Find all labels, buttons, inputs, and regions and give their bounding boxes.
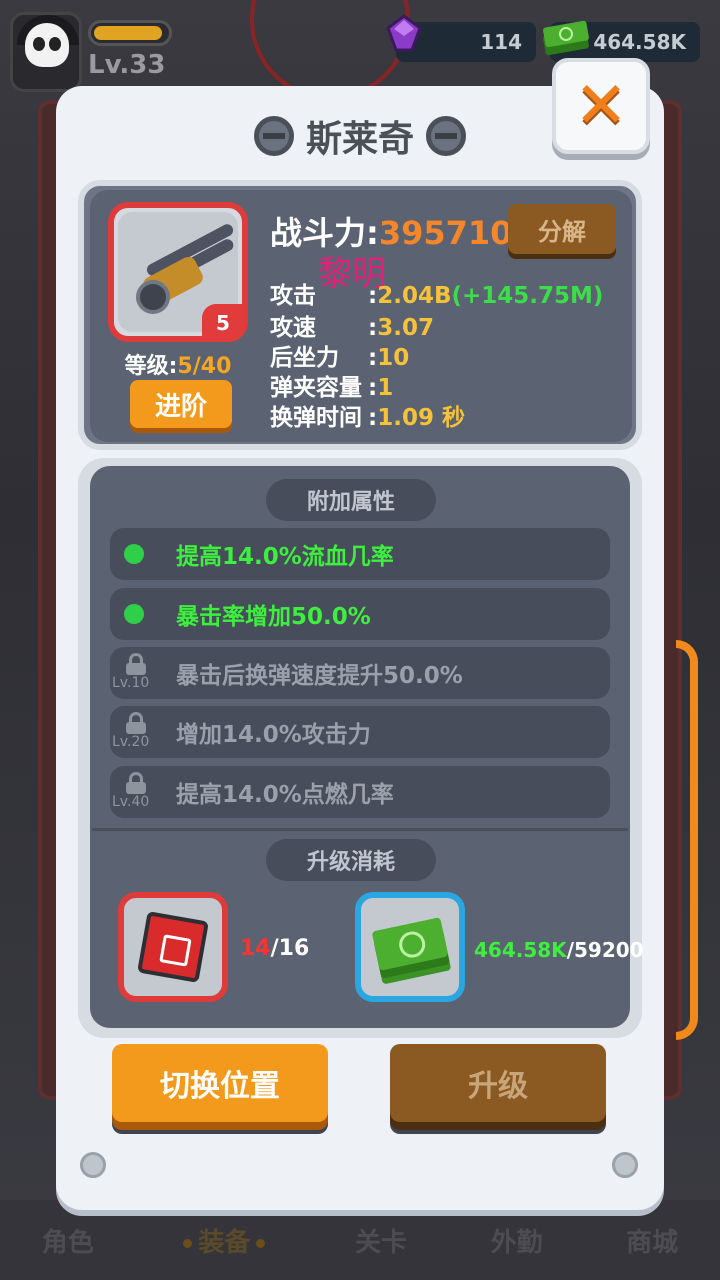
- bottom-nav: 角色 装备 关卡 外勤 商城: [0, 1200, 720, 1280]
- player-avatar[interactable]: [10, 12, 82, 92]
- chip-cost: 14/16: [240, 936, 309, 961]
- weapon-name: 斯莱奇: [305, 119, 414, 160]
- affix-row: 提高14.0%流血几率: [110, 528, 610, 580]
- affix-text: 提高14.0%点燃几率: [176, 782, 394, 808]
- affix-row-locked: Lv.20 增加14.0%攻击力: [110, 706, 610, 758]
- lock-level: Lv.10: [112, 675, 150, 691]
- stat-row-recoil: 后坐力:10: [270, 338, 409, 372]
- money-stack-icon: [371, 917, 449, 971]
- cash-have: 464.58K: [474, 938, 567, 962]
- nav-tab-shop[interactable]: 商城: [626, 1222, 678, 1259]
- grade-label: 等级:: [124, 354, 178, 379]
- chip-icon: [137, 911, 209, 983]
- chip-need: /16: [270, 936, 310, 961]
- swap-position-button[interactable]: 切换位置: [112, 1044, 328, 1122]
- screw-icon: [80, 1152, 106, 1178]
- chip-material-slot[interactable]: [118, 892, 228, 1002]
- cash-need: /59200: [566, 938, 644, 962]
- cash-icon: [543, 20, 589, 56]
- stat-sep: :: [368, 283, 378, 309]
- skull-icon: [25, 23, 69, 67]
- stat-value: 1.09 秒: [377, 405, 465, 431]
- rarity-level-badge: 5: [202, 304, 244, 342]
- nav-tab-equipment-label: 装备: [198, 1227, 251, 1258]
- gem-icon: [386, 14, 422, 52]
- stat-sep: :: [368, 405, 378, 431]
- lock-icon: [124, 772, 148, 794]
- close-button[interactable]: ✕: [552, 58, 650, 154]
- affix-text: 提高14.0%流血几率: [176, 544, 394, 570]
- nav-tab-missions[interactable]: 外勤: [491, 1222, 543, 1259]
- xp-bar: [88, 20, 172, 46]
- shotgun-drum: [136, 280, 170, 314]
- title-bolt-icon: [425, 116, 466, 156]
- section-divider: [92, 828, 628, 831]
- player-level: Lv.33: [88, 50, 166, 80]
- title-bolt-icon: [254, 116, 295, 156]
- stat-value: 2.04B: [377, 283, 452, 309]
- lock-icon: [124, 712, 148, 734]
- stat-row-magazine: 弹夹容量:1: [270, 368, 393, 402]
- nav-active-dot: [183, 1238, 193, 1248]
- stat-label: 弹夹容量: [270, 375, 362, 401]
- stat-bonus: (+145.75M): [451, 283, 604, 309]
- stat-row-attack: 攻击:2.04B(+145.75M): [270, 276, 603, 310]
- affix-row-locked: Lv.10 暴击后换弹速度提升50.0%: [110, 647, 610, 699]
- lock-level: Lv.40: [112, 794, 150, 810]
- nav-tab-equipment[interactable]: 装备: [177, 1222, 271, 1259]
- lock-icon: [124, 653, 148, 675]
- affix-text: 增加14.0%攻击力: [176, 722, 371, 748]
- stat-label: 换弹时间: [270, 405, 362, 431]
- affix-text: 暴击率增加50.0%: [176, 604, 371, 630]
- weapon-grade: 等级:5/40: [108, 348, 248, 380]
- screw-icon: [612, 1152, 638, 1178]
- stat-label: 攻击: [270, 283, 316, 309]
- affix-active-dot-icon: [124, 604, 144, 624]
- stat-label: 后坐力: [270, 345, 339, 371]
- affix-active-dot-icon: [124, 544, 144, 564]
- chip-have: 14: [240, 936, 271, 961]
- stat-label: 攻速: [270, 315, 316, 341]
- affix-row: 暴击率增加50.0%: [110, 588, 610, 640]
- close-icon: ✕: [574, 69, 628, 143]
- decompose-button[interactable]: 分解: [508, 204, 616, 254]
- combat-power-value: 395710: [378, 214, 513, 252]
- advance-button[interactable]: 进阶: [130, 380, 232, 428]
- nav-active-dot: [256, 1238, 266, 1248]
- affix-row-locked: Lv.40 提高14.0%点燃几率: [110, 766, 610, 818]
- lock-level: Lv.20: [112, 734, 150, 750]
- nav-tab-character[interactable]: 角色: [42, 1222, 94, 1259]
- xp-bar-fill: [94, 26, 163, 40]
- upgrade-cost-header: 升级消耗: [266, 839, 436, 881]
- combat-power: 战斗力:395710: [270, 208, 512, 254]
- grade-value: 5/40: [177, 354, 232, 379]
- stat-row-attack-speed: 攻速:3.07: [270, 308, 434, 342]
- affix-text: 暴击后换弹速度提升50.0%: [176, 663, 463, 689]
- affix-section-header: 附加属性: [266, 479, 436, 521]
- stat-row-reload: 换弹时间:1.09 秒: [270, 398, 465, 432]
- cash-material-slot[interactable]: [355, 892, 465, 1002]
- background-pipe: [676, 640, 698, 1040]
- upgrade-button[interactable]: 升级: [390, 1044, 606, 1122]
- cash-cost: 464.58K/59200: [474, 938, 644, 962]
- nav-tab-stages[interactable]: 关卡: [355, 1222, 407, 1259]
